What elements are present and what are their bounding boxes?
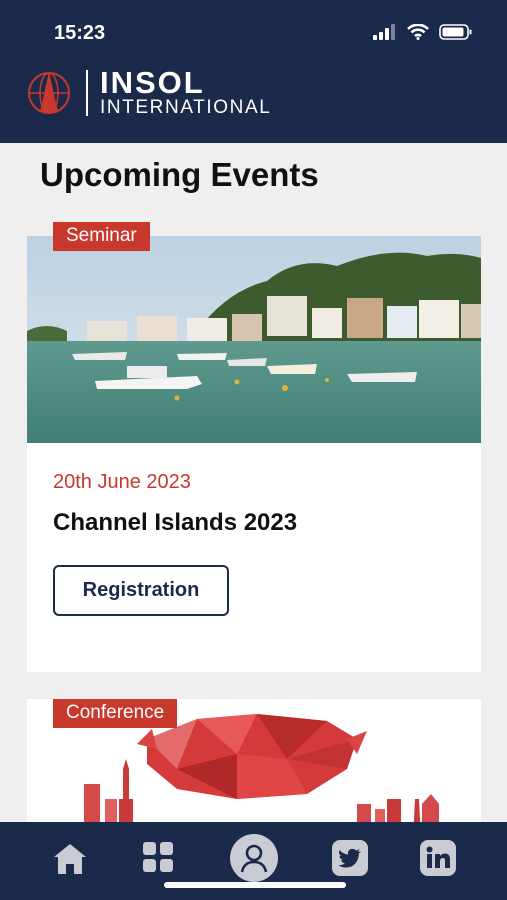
globe-logo-icon: [28, 72, 70, 114]
home-icon[interactable]: [52, 840, 88, 876]
insol-logo: INSOL INTERNATIONAL: [26, 65, 272, 118]
logo-line-2: INTERNATIONAL: [100, 97, 272, 118]
status-time: 15:23: [54, 22, 106, 44]
status-icons: [373, 24, 473, 40]
logo-wordmark: INSOL INTERNATIONAL: [100, 65, 272, 118]
registration-button[interactable]: Registration: [53, 565, 229, 616]
logo-line-1: INSOL: [100, 65, 205, 100]
battery-icon: [439, 24, 472, 40]
event-title: Channel Islands 2023: [53, 509, 298, 536]
profile-icon[interactable]: [230, 834, 278, 882]
event-card[interactable]: Conference: [27, 699, 481, 839]
event-type-badge: Seminar: [53, 222, 150, 251]
linkedin-icon[interactable]: [420, 840, 456, 876]
event-type-badge: Conference: [53, 699, 178, 728]
app-header: 15:23 INSOL INTERNATIONAL: [0, 0, 507, 143]
bottom-tab-bar: [0, 822, 507, 900]
home-indicator[interactable]: [164, 882, 346, 888]
event-card[interactable]: Seminar 20th June 2023 Channel Islands 2…: [27, 222, 481, 672]
event-image: [27, 236, 481, 443]
wifi-icon: [407, 24, 429, 40]
page-title: Upcoming Events: [40, 156, 319, 193]
logo-divider: [86, 70, 88, 116]
signal-icon: [373, 24, 395, 40]
grid-icon[interactable]: [141, 840, 175, 874]
twitter-icon[interactable]: [332, 840, 368, 876]
event-date: 20th June 2023: [53, 471, 191, 493]
